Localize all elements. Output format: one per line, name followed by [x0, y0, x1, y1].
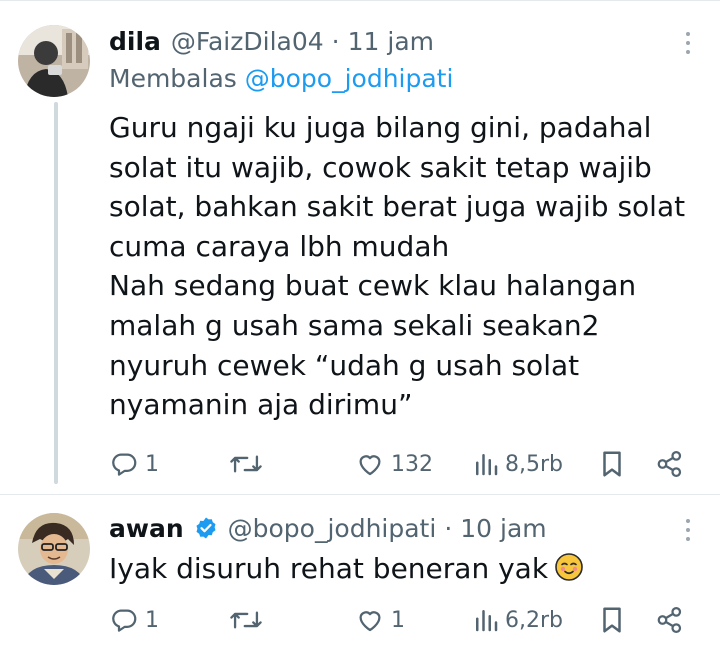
tweet-text-line: cuma caraya lbh mudah — [109, 229, 450, 263]
reply-icon — [112, 453, 137, 476]
display-name[interactable]: awan — [109, 514, 184, 543]
top-border — [0, 0, 720, 1]
tweet-text: Iyak disuruh rehat beneran yak — [109, 549, 709, 589]
separator-dot: · — [444, 513, 453, 543]
user-handle[interactable]: @FaizDila04 — [171, 27, 324, 56]
views-icon — [476, 454, 498, 476]
tweet-header: awan @bopo_jodhipati · 10 jam — [109, 508, 547, 548]
tweet-actions: 1 132 8,5rb — [109, 444, 699, 484]
tweet-text-line: Nah sedang buat cewk klau halangan — [109, 269, 637, 303]
like-button[interactable]: 132 — [355, 444, 433, 484]
reply-count: 1 — [145, 607, 159, 633]
bookmark-button[interactable] — [599, 600, 625, 640]
like-count: 132 — [391, 451, 433, 477]
tweet-text: Guru ngaji ku juga bilang gini, padahal … — [109, 108, 709, 425]
tweet-divider — [0, 494, 720, 495]
reply-count: 1 — [145, 451, 159, 477]
thread-connector — [54, 102, 58, 484]
more-icon[interactable] — [686, 519, 692, 541]
bookmark-icon — [603, 607, 621, 633]
share-icon — [657, 607, 682, 633]
like-icon — [359, 455, 381, 476]
emoji-icon — [555, 553, 583, 581]
views-button[interactable]: 6,2rb — [473, 600, 563, 640]
views-count: 8,5rb — [505, 451, 563, 477]
display-name[interactable]: dila — [109, 27, 161, 56]
tweet-text-line: nyamanin aja dirimu” — [109, 388, 413, 422]
share-icon — [657, 451, 682, 477]
replying-mention-link[interactable]: @bopo_jodhipati — [245, 64, 454, 93]
like-button[interactable]: 1 — [355, 600, 405, 640]
avatar-dila[interactable] — [18, 25, 90, 97]
tweet-text-line: solat, bahkan sakit berat juga wajib sol… — [109, 190, 686, 224]
tweet-text-line: Guru ngaji ku juga bilang gini, padahal — [109, 111, 652, 144]
tweet-text-line: solat itu wajib, cowok sakit tetap wajib — [109, 150, 652, 184]
replying-label: Membalas — [109, 64, 237, 93]
views-icon — [476, 610, 498, 632]
retweet-icon — [230, 611, 262, 629]
views-count: 6,2rb — [505, 607, 563, 633]
like-icon — [359, 611, 381, 632]
tweet-header: dila @FaizDila04 · 11 jam — [109, 21, 434, 61]
tweet-text-line: Iyak disuruh rehat beneran yak — [109, 549, 709, 589]
retweet-button[interactable] — [229, 444, 269, 484]
tweet-text-line: malah g usah sama sekali seakan2 — [109, 308, 600, 342]
retweet-button[interactable] — [229, 600, 269, 640]
avatar-awan[interactable] — [18, 513, 90, 585]
reply-icon — [112, 609, 137, 632]
bookmark-button[interactable] — [599, 444, 625, 484]
reply-button[interactable]: 1 — [109, 444, 159, 484]
like-count: 1 — [391, 607, 405, 633]
timestamp[interactable]: 10 jam — [460, 514, 546, 543]
tweet-actions: 1 1 6,2rb — [109, 600, 699, 640]
reply-button[interactable]: 1 — [109, 600, 159, 640]
verified-icon — [196, 517, 216, 539]
share-button[interactable] — [655, 600, 685, 640]
replying-to: Membalas @bopo_jodhipati — [109, 64, 453, 93]
more-icon[interactable] — [686, 32, 692, 54]
tweet-text-content: Iyak disuruh rehat beneran yak — [109, 552, 549, 585]
bookmark-icon — [603, 451, 621, 477]
tweet-text-line: nyuruh cewek “udah g usah solat — [109, 348, 580, 382]
retweet-icon — [230, 455, 262, 473]
user-handle[interactable]: @bopo_jodhipati — [228, 514, 437, 543]
separator-dot: · — [331, 26, 340, 56]
timestamp[interactable]: 11 jam — [348, 27, 434, 56]
share-button[interactable] — [655, 444, 685, 484]
views-button[interactable]: 8,5rb — [473, 444, 563, 484]
